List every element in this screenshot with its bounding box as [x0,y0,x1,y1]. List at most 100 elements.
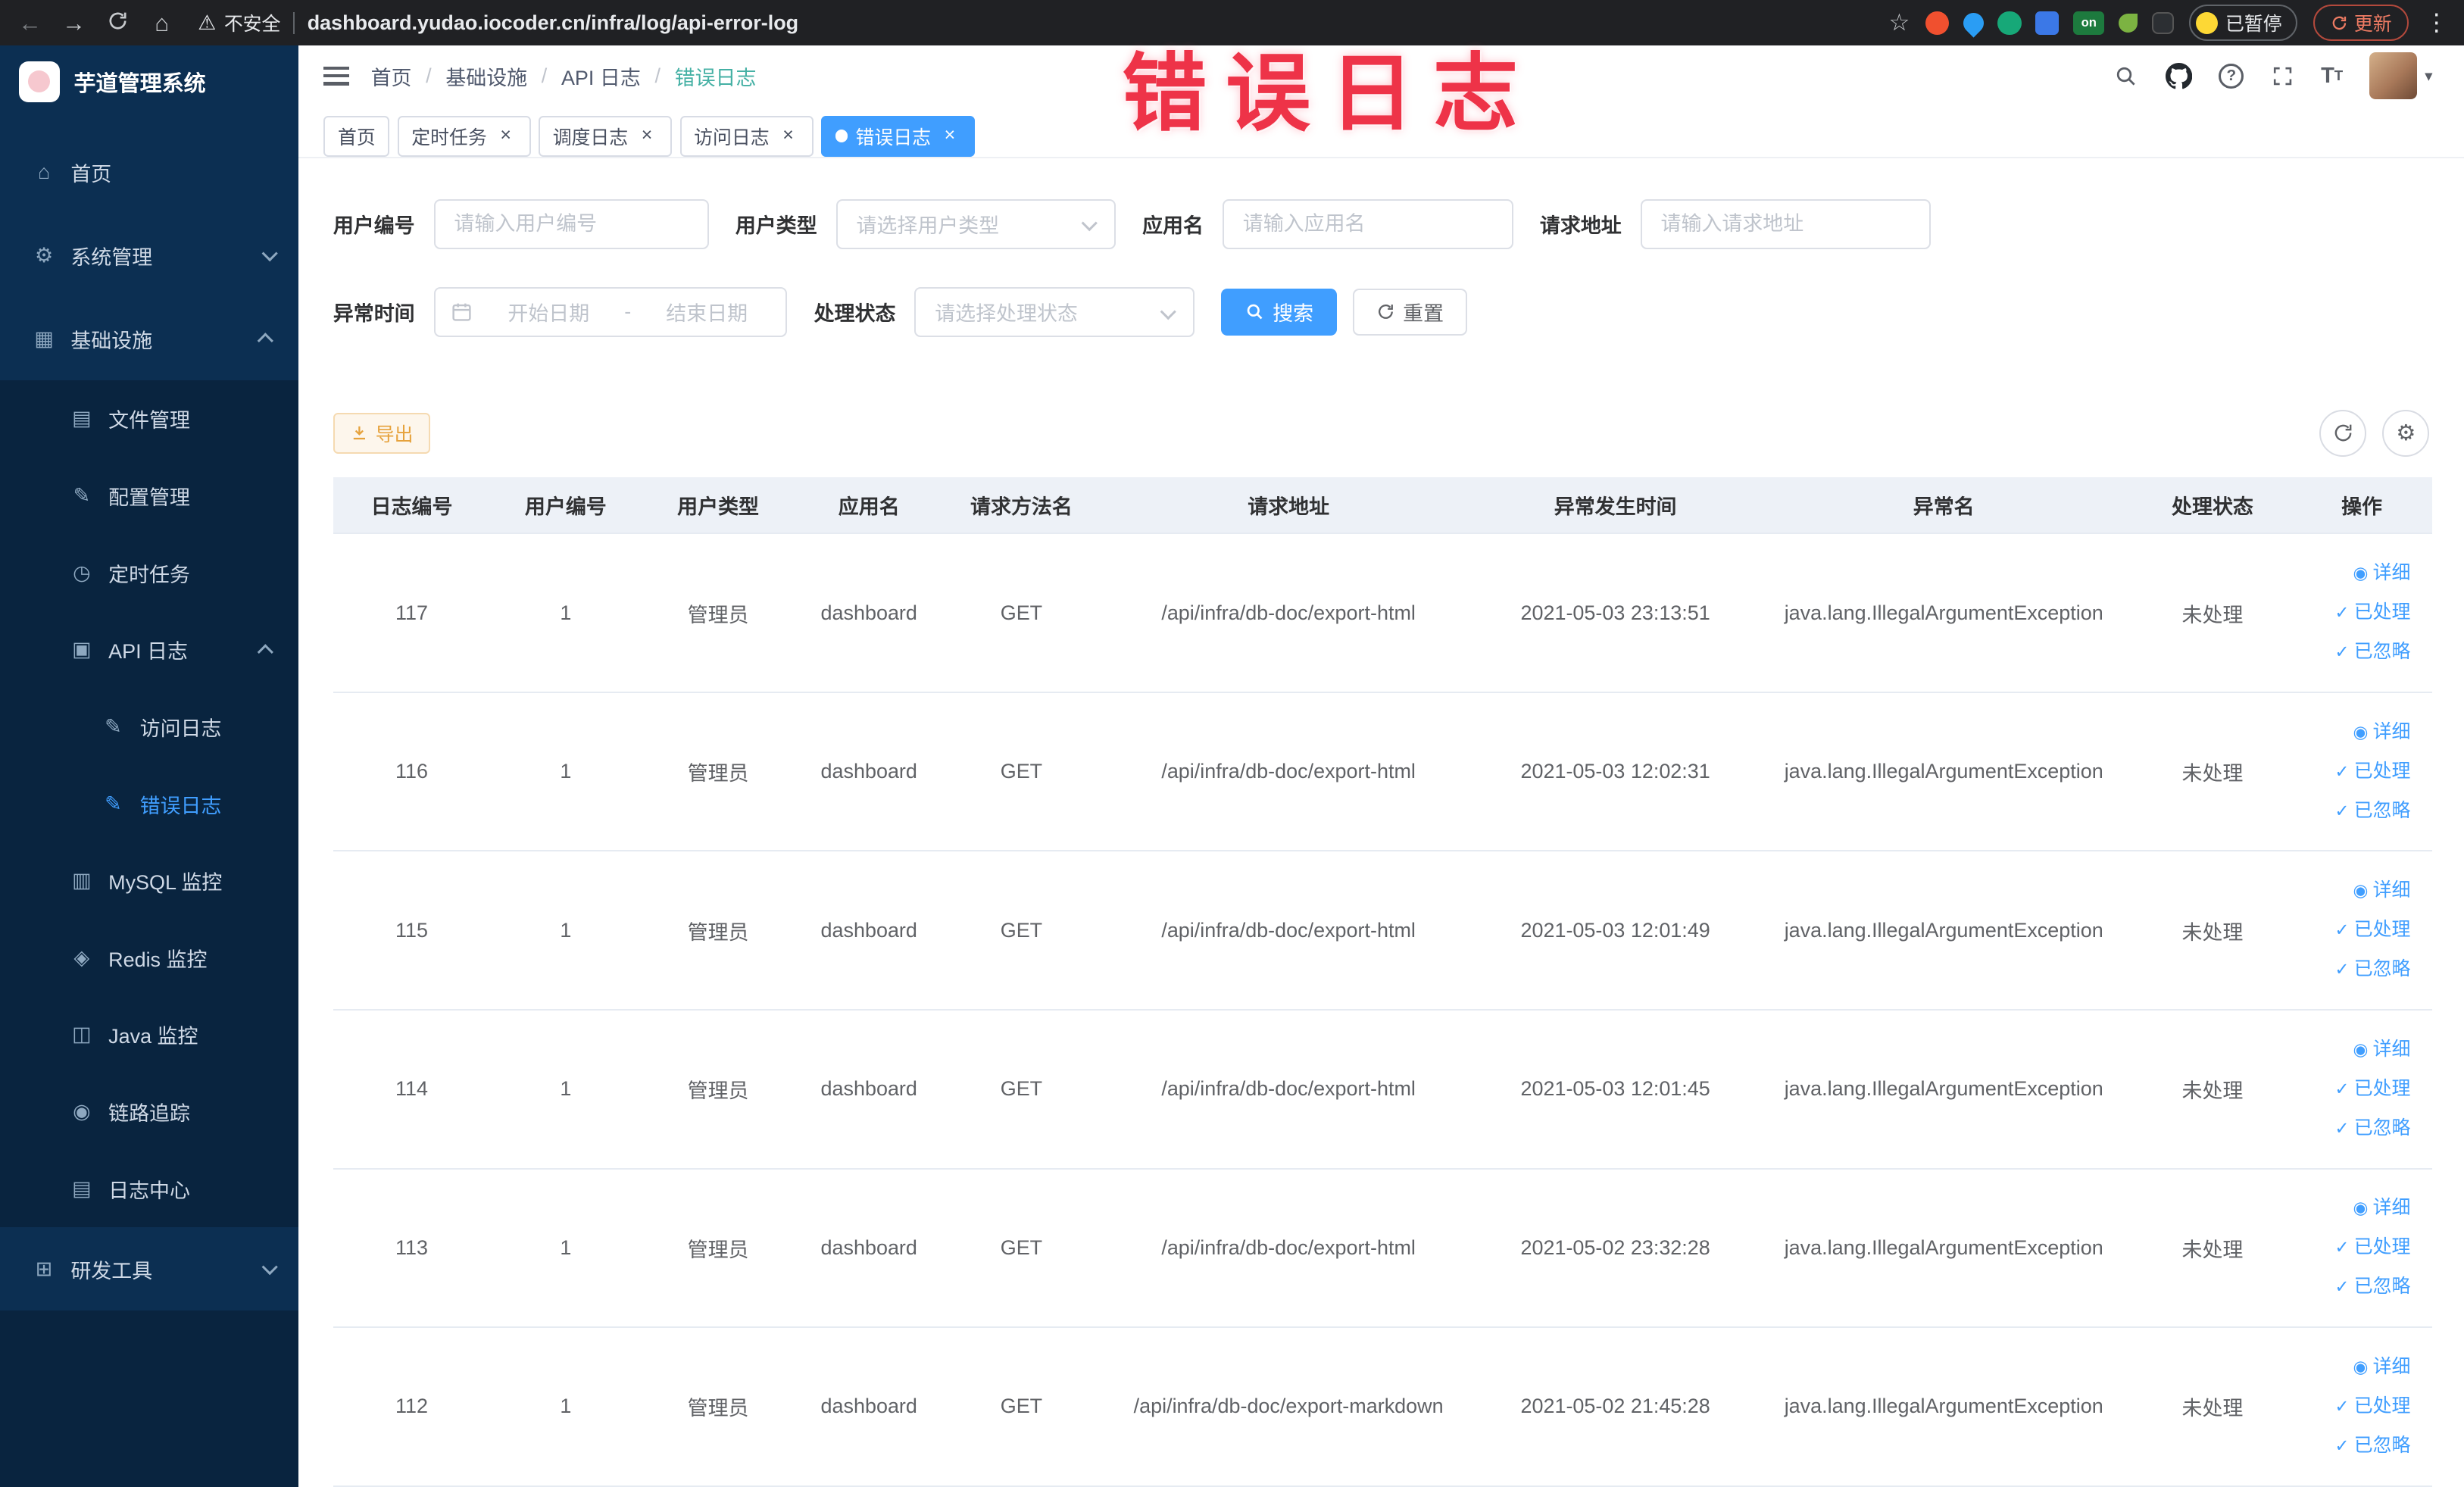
action-detail[interactable]: 详细 [2300,871,2410,911]
tab-scheduled-tasks[interactable]: 定时任务 [397,115,531,157]
back-icon[interactable] [16,11,44,35]
breadcrumb-item[interactable]: 首页 [371,61,412,91]
sidebar-item-label: Java 监控 [108,1025,198,1048]
sidebar-item-home[interactable]: 首页 [0,130,298,214]
extension-icon[interactable] [2151,11,2174,34]
reload-icon[interactable] [104,10,132,36]
edit-icon [101,792,126,816]
action-detail[interactable]: 详细 [2300,1189,2410,1228]
fullscreen-icon[interactable] [2271,64,2294,88]
sidebar-item-error-log[interactable]: 错误日志 [0,765,298,842]
action-detail[interactable]: 详细 [2300,1030,2410,1070]
action-processed[interactable]: 已处理 [2300,1070,2410,1109]
address-bar[interactable]: 不安全 dashboard.yudao.iocoder.cn/infra/log… [192,9,1873,36]
user-menu[interactable] [2369,52,2432,100]
sidebar-item-dev-tools[interactable]: 研发工具 [0,1227,298,1310]
start-date-placeholder[interactable]: 开始日期 [486,297,612,326]
column-header: 用户类型 [641,476,795,535]
paused-extension-pill[interactable]: 已暂停 [2189,4,2298,42]
cell-actions: 详细已处理已忽略 [2291,1009,2433,1170]
action-ignored[interactable]: 已忽略 [2300,1109,2410,1148]
sidebar-item-file-management[interactable]: 文件管理 [0,380,298,458]
reset-button[interactable]: 重置 [1352,288,1468,336]
breadcrumb-item[interactable]: 基础设施 [445,61,527,91]
extension-icon[interactable] [1997,11,2022,35]
main-content: 首页 / 基础设施 / API 日志 / 错误日志 ? T T ▾ 首页 定时任… [298,45,2464,1487]
date-range-picker[interactable]: 开始日期 - 结束日期 [433,286,788,338]
forward-icon[interactable] [60,11,88,35]
action-detail[interactable]: 详细 [2300,713,2410,752]
close-icon[interactable] [777,125,799,147]
app-logo[interactable]: 芋道管理系统 [0,45,298,117]
tab-error-log[interactable]: 错误日志 [820,115,975,157]
user-type-select[interactable]: 请选择用户类型 [835,198,1116,249]
cell-user_id: 1 [490,1327,642,1487]
hamburger-icon[interactable] [323,66,349,86]
tab-label: 首页 [337,127,376,148]
sidebar-item-system-management[interactable]: 系统管理 [0,214,298,297]
tab-home[interactable]: 首页 [323,115,390,157]
browser-home-icon[interactable] [148,11,176,35]
github-icon[interactable] [2165,62,2192,89]
sidebar-item-java-monitor[interactable]: Java 监控 [0,996,298,1073]
action-ignored[interactable]: 已忽略 [2300,1267,2410,1307]
action-processed[interactable]: 已处理 [2300,1228,2410,1267]
avatar[interactable] [2369,52,2417,100]
close-icon[interactable] [495,125,517,147]
action-processed[interactable]: 已处理 [2300,752,2410,792]
cell-status: 未处理 [2134,851,2291,1011]
tab-access-log[interactable]: 访问日志 [679,115,814,157]
column-settings-button[interactable] [2382,409,2430,457]
refresh-button[interactable] [2319,409,2367,457]
close-icon[interactable] [636,125,658,147]
action-ignored[interactable]: 已忽略 [2300,1426,2410,1466]
cell-exception: java.lang.IllegalArgumentException [1754,1009,2135,1170]
sidebar-item-config-management[interactable]: 配置管理 [0,458,298,535]
cell-url: /api/infra/db-doc/export-html [1100,851,1478,1011]
action-detail[interactable]: 详细 [2300,554,2410,593]
cell-exception: java.lang.IllegalArgumentException [1754,692,2135,852]
action-processed[interactable]: 已处理 [2300,593,2410,633]
sidebar-item-access-log[interactable]: 访问日志 [0,689,298,766]
user-id-input[interactable] [433,198,709,249]
sidebar-item-scheduled-tasks[interactable]: 定时任务 [0,534,298,611]
sidebar-item-link-tracing[interactable]: 链路追踪 [0,1073,298,1151]
extension-icon[interactable] [1959,8,1988,38]
cell-user_id: 1 [490,692,642,852]
check-icon [2334,1435,2349,1455]
extension-icon[interactable] [1925,11,1950,35]
update-button[interactable]: 更新 [2313,4,2409,42]
app-name-input[interactable] [1222,198,1513,249]
tab-schedule-log[interactable]: 调度日志 [539,115,673,157]
bookmark-star-icon[interactable] [1888,9,1910,36]
sidebar-item-redis-monitor[interactable]: Redis 监控 [0,920,298,997]
sidebar-item-log-center[interactable]: 日志中心 [0,1150,298,1227]
action-ignored[interactable]: 已忽略 [2300,633,2410,672]
action-detail[interactable]: 详细 [2300,1348,2410,1387]
action-ignored[interactable]: 已忽略 [2300,792,2410,831]
end-date-placeholder[interactable]: 结束日期 [644,297,770,326]
request-url-input[interactable] [1640,198,1932,249]
sidebar-item-api-log[interactable]: API 日志 [0,611,298,689]
column-header: 日志编号 [333,476,491,535]
search-button[interactable]: 搜索 [1220,288,1338,336]
breadcrumb-item[interactable]: API 日志 [561,61,641,91]
process-status-select[interactable]: 请选择处理状态 [914,286,1195,338]
extension-on-badge[interactable]: on [2072,11,2105,35]
browser-menu-icon[interactable] [2425,9,2448,36]
export-button[interactable]: 导出 [333,412,431,454]
action-ignored[interactable]: 已忽略 [2300,950,2410,989]
font-size-icon[interactable] [2321,64,2343,89]
action-processed[interactable]: 已处理 [2300,911,2410,950]
search-icon[interactable] [2113,64,2138,89]
action-processed[interactable]: 已处理 [2300,1387,2410,1426]
help-icon[interactable] [2219,63,2244,89]
sidebar-item-mysql-monitor[interactable]: MySQL 监控 [0,842,298,920]
extension-icon[interactable] [2035,11,2060,35]
extension-icon[interactable] [2119,13,2138,33]
url-text[interactable]: dashboard.yudao.iocoder.cn/infra/log/api… [308,11,798,35]
close-icon[interactable] [938,125,960,147]
cell-method: GET [942,692,1101,852]
sidebar-item-infrastructure[interactable]: 基础设施 [0,297,298,380]
cell-exception: java.lang.IllegalArgumentException [1754,533,2135,693]
